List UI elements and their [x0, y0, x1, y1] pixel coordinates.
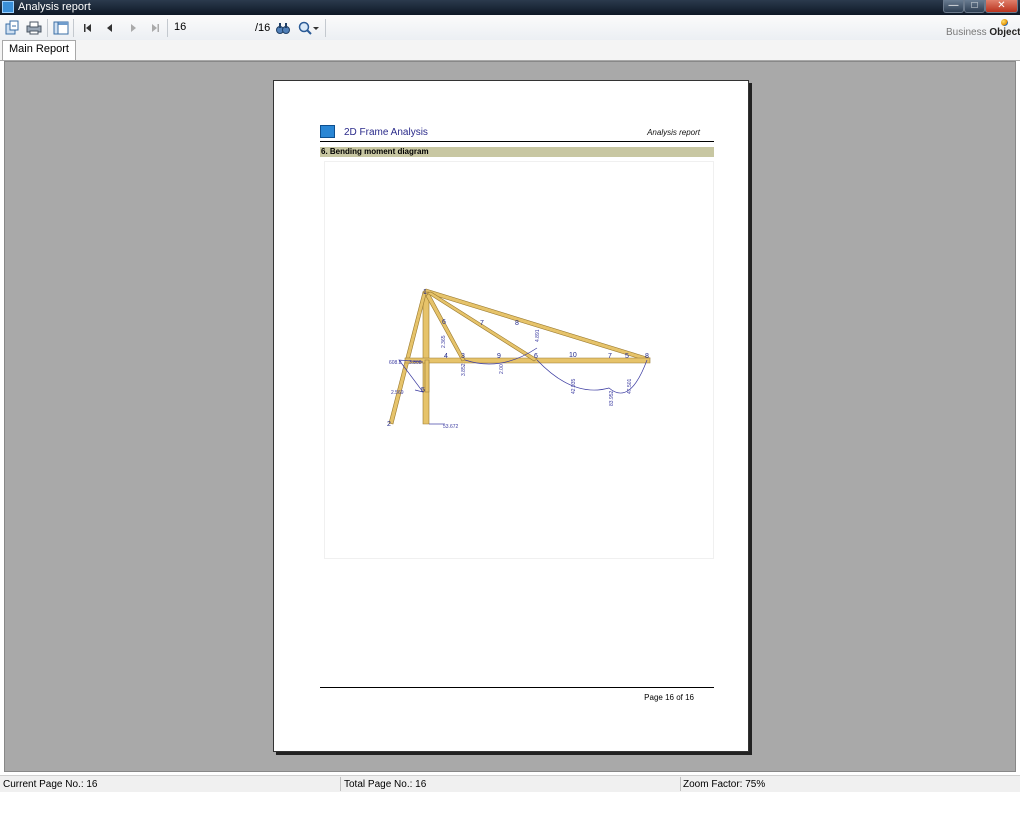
moment-label: 3.852 — [461, 363, 467, 376]
status-total-pages: Total Page No.: 16 — [344, 779, 427, 790]
status-divider — [340, 777, 341, 791]
header-rule — [320, 141, 714, 142]
next-page-icon[interactable] — [125, 20, 141, 36]
footer-rule — [320, 687, 714, 688]
node-label: 9 — [497, 353, 501, 360]
moment-label: 2.569 — [391, 390, 404, 396]
moment-label: 2.365 — [441, 335, 447, 348]
toolbar-separator — [325, 19, 326, 37]
group-tree-icon[interactable] — [53, 20, 69, 36]
status-current-page: Current Page No.: 16 — [3, 779, 98, 790]
business-objects-logo-icon — [1001, 19, 1008, 26]
moment-label: 3.808 — [409, 360, 422, 366]
report-header-icon — [320, 125, 335, 138]
page-number-input[interactable] — [170, 19, 252, 35]
report-title: 2D Frame Analysis — [344, 127, 428, 138]
report-page: 2D Frame Analysis Analysis report 6. Ben… — [273, 80, 749, 752]
moment-label: 2.00 — [499, 364, 505, 374]
footer-page-number: Page 16 of 16 — [644, 693, 694, 702]
tab-strip: Main Report — [0, 40, 1020, 61]
total-pages-label: /16 — [255, 22, 271, 34]
dropdown-arrow-icon[interactable] — [312, 20, 320, 36]
tab-main-report[interactable]: Main Report — [2, 40, 76, 60]
member-tie — [424, 359, 430, 393]
close-button[interactable]: ✕ — [985, 0, 1018, 13]
toolbar: /16 — [0, 15, 1020, 41]
node-label: 10 — [569, 352, 577, 359]
first-page-icon[interactable] — [80, 20, 96, 36]
status-divider — [680, 777, 681, 791]
node-label: 4 — [444, 353, 448, 360]
title-bar: Analysis report — □ ✕ — [0, 0, 1020, 15]
section-heading-bar: 6. Bending moment diagram — [320, 147, 714, 157]
brand-logo: Business Objects — [946, 27, 1020, 38]
moment-label: 608.8 — [389, 360, 402, 366]
toolbar-separator — [73, 19, 74, 37]
node-label: 2 — [387, 421, 391, 428]
node-label: 8 — [645, 353, 649, 360]
report-viewer[interactable]: 2D Frame Analysis Analysis report 6. Ben… — [4, 61, 1016, 772]
export-icon[interactable] — [4, 20, 20, 36]
report-app-icon — [2, 1, 14, 13]
zoom-icon[interactable] — [297, 20, 313, 36]
moment-label: 47.501 — [627, 378, 633, 394]
prev-page-icon[interactable] — [102, 20, 118, 36]
moment-label: 42.935 — [571, 378, 577, 394]
last-page-icon[interactable] — [147, 20, 163, 36]
window-title: Analysis report — [18, 1, 91, 13]
status-zoom: Zoom Factor: 75% — [683, 779, 766, 790]
bending-moment-diagram: 1 4 3 9 6 10 7 5 8 7 8 6 5 2 608.8 3.808… — [324, 161, 714, 559]
moment-label: 4.891 — [535, 329, 541, 342]
node-label: 6 — [442, 319, 446, 326]
node-label: 1 — [423, 289, 427, 296]
print-icon[interactable] — [26, 20, 42, 36]
maximize-button[interactable]: □ — [964, 0, 985, 13]
toolbar-separator — [47, 19, 48, 37]
node-label: 7 — [480, 320, 484, 327]
status-bar: Current Page No.: 16 Total Page No.: 16 … — [0, 775, 1020, 792]
section-heading: 6. Bending moment diagram — [321, 147, 429, 156]
node-label: 7 — [608, 353, 612, 360]
node-label: 3 — [461, 353, 465, 360]
node-label: 8 — [515, 320, 519, 327]
report-subtitle: Analysis report — [647, 128, 700, 137]
moment-label: 53.672 — [443, 424, 459, 430]
toolbar-separator — [167, 19, 168, 37]
minimize-button[interactable]: — — [943, 0, 964, 13]
moment-label: 83.952 — [609, 390, 615, 406]
node-label: 5 — [421, 387, 425, 394]
frame-diagram-svg: 1 4 3 9 6 10 7 5 8 7 8 6 5 2 608.8 3.808… — [387, 288, 651, 430]
search-icon[interactable] — [275, 20, 291, 36]
member-chord — [404, 357, 651, 364]
node-label: 5 — [625, 353, 629, 360]
node-label: 6 — [534, 353, 538, 360]
